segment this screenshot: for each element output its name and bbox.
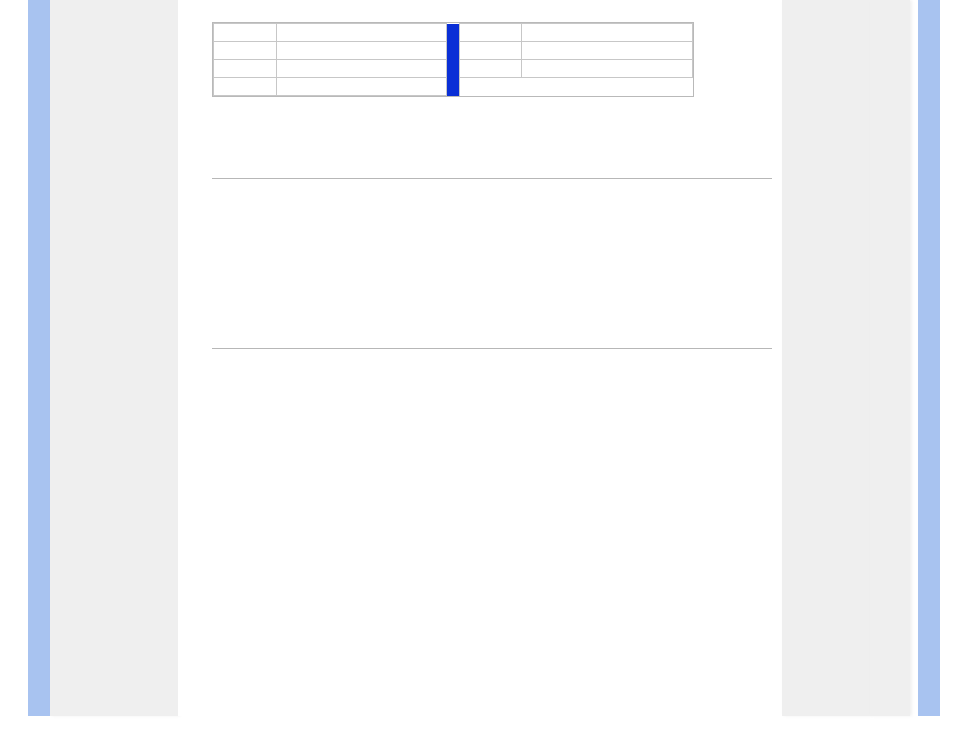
info-value	[276, 24, 446, 42]
main-content	[178, 0, 782, 716]
outer-frame-left	[28, 0, 50, 716]
info-value	[276, 42, 446, 60]
info-value	[522, 60, 693, 78]
outer-frame-right	[918, 0, 940, 716]
table-divider	[447, 60, 459, 78]
info-label	[214, 78, 277, 96]
info-label	[214, 42, 277, 60]
info-value	[276, 78, 446, 96]
info-label	[214, 60, 277, 78]
sidebar-left	[50, 0, 178, 716]
info-label	[214, 24, 277, 42]
horizontal-rule	[212, 348, 772, 349]
table-row	[214, 60, 693, 78]
info-label	[459, 42, 522, 60]
info-label	[459, 60, 522, 78]
info-value	[522, 42, 693, 60]
table-divider	[447, 42, 459, 60]
sidebar-right-primary	[782, 0, 870, 716]
info-label	[459, 24, 522, 42]
table-row	[214, 24, 693, 42]
info-value	[276, 60, 446, 78]
table-divider	[447, 78, 459, 96]
horizontal-rule	[212, 178, 772, 179]
table-row	[214, 78, 693, 96]
empty-cell	[459, 78, 692, 96]
table-divider	[447, 24, 459, 42]
sidebar-right-secondary	[870, 0, 910, 716]
table-row	[214, 42, 693, 60]
info-value	[522, 24, 693, 42]
info-table	[212, 22, 694, 97]
